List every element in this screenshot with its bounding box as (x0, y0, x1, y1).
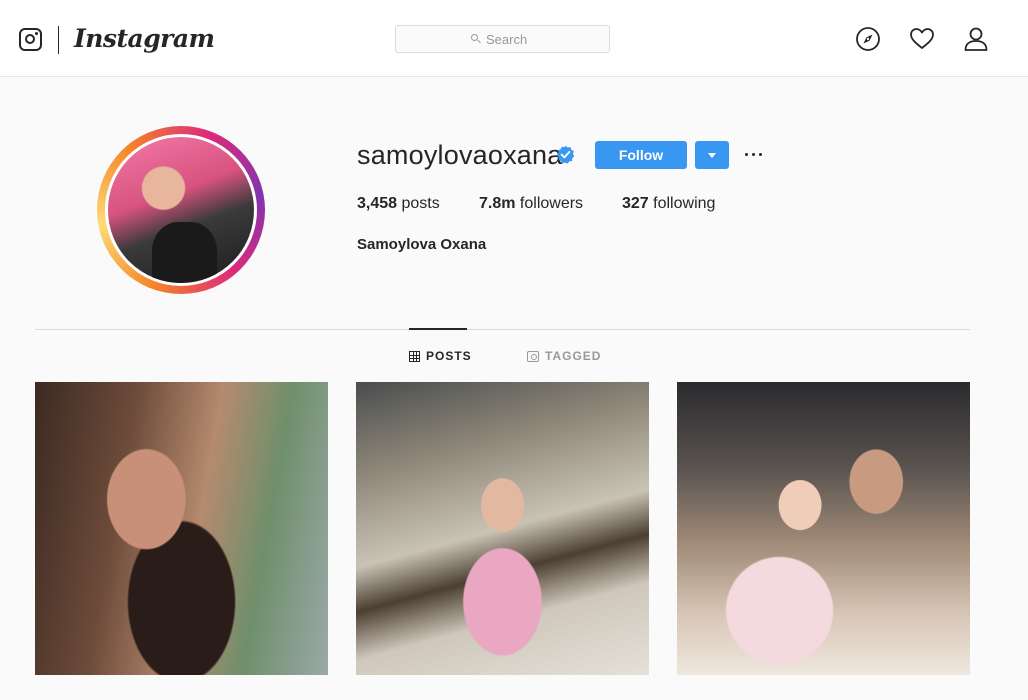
followers-count[interactable]: 7.8m (479, 195, 515, 212)
tab-posts-label: POSTS (426, 349, 472, 363)
instagram-wordmark[interactable]: Instagram (74, 24, 215, 53)
search-icon (471, 34, 481, 44)
tabs-divider (35, 329, 970, 330)
profile-full-name: Samoylova Oxana (357, 236, 487, 253)
grid-icon (409, 350, 420, 362)
verified-badge-icon (556, 145, 575, 164)
suggested-accounts-dropdown-button[interactable] (695, 141, 729, 169)
posts-count-stat: 3,458 posts (357, 195, 440, 213)
posts-label: posts (401, 195, 440, 212)
more-options-button[interactable] (744, 148, 764, 160)
explore-compass-icon[interactable] (855, 26, 881, 52)
search-box[interactable] (395, 25, 610, 53)
followers-label[interactable]: followers (520, 195, 583, 212)
logo-divider (58, 26, 59, 54)
post-thumbnail[interactable] (35, 382, 328, 675)
active-tab-indicator (409, 328, 467, 330)
top-navigation-bar: Instagram (0, 0, 1028, 77)
dot-icon (745, 153, 748, 156)
tab-tagged[interactable]: TAGGED (527, 349, 601, 363)
heart-icon[interactable] (909, 26, 935, 52)
following-count-stat[interactable]: 327 following (622, 195, 715, 213)
dot-icon (752, 153, 755, 156)
tab-posts[interactable]: POSTS (409, 349, 472, 363)
tab-tagged-label: TAGGED (545, 349, 602, 363)
dot-icon (759, 153, 762, 156)
following-count[interactable]: 327 (622, 195, 649, 212)
following-label[interactable]: following (653, 195, 715, 212)
avatar[interactable] (105, 134, 257, 286)
instagram-camera-icon[interactable] (19, 28, 42, 51)
posts-count: 3,458 (357, 195, 398, 212)
tagged-photo-icon (527, 350, 539, 362)
avatar-story-ring[interactable] (97, 126, 265, 294)
followers-count-stat[interactable]: 7.8m followers (479, 195, 583, 213)
post-thumbnail[interactable] (677, 382, 970, 675)
search-input[interactable] (486, 31, 534, 47)
follow-button[interactable]: Follow (595, 141, 687, 169)
profile-username: samoylovaoxana (357, 140, 563, 170)
post-thumbnail[interactable] (356, 382, 649, 675)
profile-icon[interactable] (963, 26, 989, 52)
